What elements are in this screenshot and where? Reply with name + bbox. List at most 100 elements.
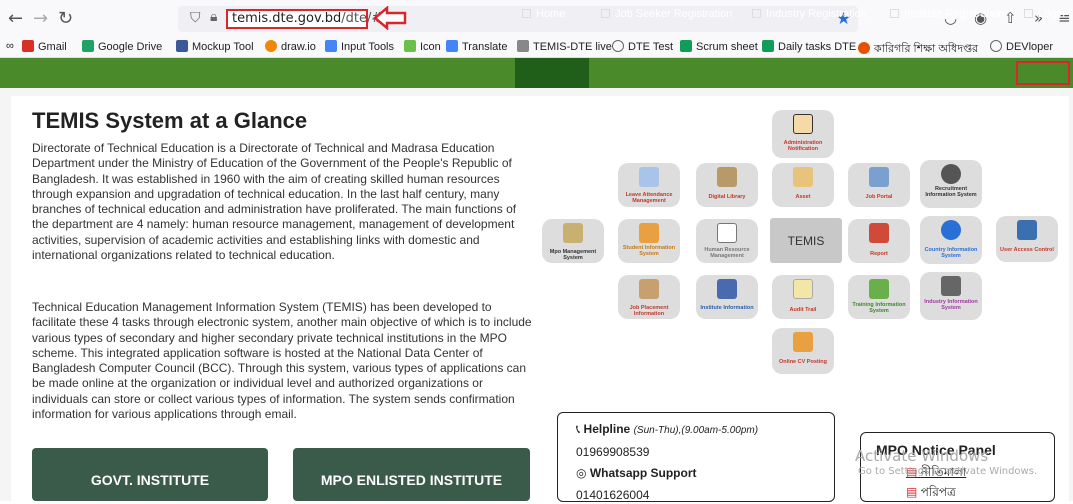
mockup-icon: [176, 40, 188, 52]
nav-home-highlight: [515, 58, 589, 88]
placement-icon: [639, 279, 659, 299]
module-training[interactable]: Training Information System: [848, 275, 910, 319]
training-icon: [869, 279, 889, 299]
shield-icon[interactable]: ⛉: [190, 10, 201, 26]
bookmark-google-drive[interactable]: Google Drive: [82, 40, 162, 53]
share-icon[interactable]: ⇧: [1004, 9, 1017, 27]
temis-icon: [517, 40, 529, 52]
module-leave[interactable]: Leave Attendance Management: [618, 163, 680, 207]
bookmark-dte-test[interactable]: DTE Test: [612, 40, 673, 53]
module-asset[interactable]: Asset: [772, 163, 834, 207]
sheets-icon: [762, 40, 774, 52]
dte-logo-icon: [858, 42, 870, 54]
bookmarks-bar: ∞ Gmail Google Drive Mockup Tool draw.io…: [0, 36, 1073, 58]
icon-site-icon: [404, 40, 416, 52]
industry-icon: [941, 276, 961, 296]
temis-paragraph: Technical Education Management Informati…: [32, 300, 532, 422]
mpo-institute-card[interactable]: MPO ENLISTED INSTITUTE: [293, 448, 530, 501]
image-icon: [1024, 9, 1033, 18]
bookmark-icon[interactable]: Icon: [404, 40, 441, 53]
notification-icon: [793, 114, 813, 134]
globe-icon: [612, 40, 624, 52]
mpo-icon: [563, 223, 583, 243]
lock-icon[interactable]: 🔒︎: [210, 9, 217, 25]
nav-home[interactable]: Home: [522, 8, 565, 20]
notice-link-circular[interactable]: ▤ পরিপত্র: [906, 484, 956, 504]
module-cv[interactable]: Online CV Posting: [772, 328, 834, 374]
bookmark-developer[interactable]: DEVloper: [990, 40, 1053, 53]
activate-windows-hint: Go to Settings to activate Windows.: [858, 466, 1038, 477]
library-icon: [717, 167, 737, 187]
whatsapp-icon: ◎: [576, 466, 587, 480]
translate-icon: [446, 40, 458, 52]
bookmark-gmail[interactable]: Gmail: [22, 40, 67, 53]
nav-login[interactable]: Login: [1024, 8, 1065, 20]
bookmark-drawio[interactable]: draw.io: [265, 40, 316, 53]
bookmark-dte-bangla[interactable]: কারিগরি শিক্ষা অধিদপ্তর: [858, 40, 978, 59]
hr-icon: [717, 223, 737, 243]
nav-institute[interactable]: Institute Registration: [890, 8, 1004, 20]
module-hrm[interactable]: Human Resource Management: [696, 219, 758, 263]
helpline-phone: 01969908539: [576, 445, 650, 459]
nav-job-seeker[interactable]: Job Seeker Registration: [601, 8, 732, 20]
job-portal-icon: [869, 167, 889, 187]
bookmark-daily-tasks[interactable]: Daily tasks DTE: [762, 40, 856, 53]
login-annotation-box: [1016, 61, 1070, 85]
globe-icon: [990, 40, 1002, 52]
recruitment-icon: [941, 164, 961, 184]
module-audit[interactable]: Audit Trail: [772, 275, 834, 319]
module-placement[interactable]: Job Placement Information: [618, 275, 680, 319]
module-recruitment[interactable]: Recruitment Information System: [920, 160, 982, 208]
forward-icon[interactable]: →: [33, 8, 48, 29]
image-icon: [890, 9, 899, 18]
bookmark-input-tools[interactable]: Input Tools: [325, 40, 394, 53]
bookmark-scrum-sheet[interactable]: Scrum sheet: [680, 40, 758, 53]
helpline-header: 📞︎ Helpline (Sun-Thu),(9.00am-5.00pm): [576, 422, 759, 436]
page-title: TEMIS System at a Glance: [32, 108, 308, 133]
module-administration[interactable]: Administration Notification: [772, 110, 834, 158]
report-icon: [869, 223, 889, 243]
gmail-icon: [22, 40, 34, 52]
bookmark-mockup-tool[interactable]: Mockup Tool: [176, 40, 254, 53]
asset-icon: [793, 167, 813, 187]
audit-icon: [793, 279, 813, 299]
sheets-icon: [680, 40, 692, 52]
cv-icon: [793, 332, 813, 352]
bookmark-translate[interactable]: Translate: [446, 40, 507, 53]
module-jobportal[interactable]: Job Portal: [848, 163, 910, 207]
reload-icon[interactable]: ↻: [58, 8, 73, 29]
module-uac[interactable]: User Access Control: [996, 216, 1058, 262]
institute-icon: [717, 279, 737, 299]
module-library[interactable]: Digital Library: [696, 163, 758, 207]
image-icon: [601, 9, 610, 18]
module-country[interactable]: Country Information System: [920, 216, 982, 264]
bookmarks-manager-icon[interactable]: ∞: [6, 40, 14, 52]
intro-paragraph: Directorate of Technical Education is a …: [32, 141, 517, 263]
url-text[interactable]: temis.dte.gov.bd/dte/#/: [232, 11, 387, 26]
google-icon: [325, 40, 337, 52]
user-access-icon: [1017, 220, 1037, 240]
activate-windows-title: Activate Windows: [855, 447, 989, 465]
phone-icon: 📞︎: [576, 422, 581, 436]
bookmark-temis-live[interactable]: TEMIS-DTE live: [517, 40, 612, 53]
annotation-arrow-icon: [373, 6, 407, 30]
module-mpo[interactable]: Mpo Management System: [542, 219, 604, 263]
whatsapp-header: ◎ Whatsapp Support: [576, 466, 697, 480]
image-icon: [522, 9, 531, 18]
google-drive-icon: [82, 40, 94, 52]
module-industry[interactable]: Industry Information System: [920, 272, 982, 320]
student-icon: [639, 223, 659, 243]
nav-industry[interactable]: Industry Registration: [752, 8, 867, 20]
country-icon: [941, 220, 961, 240]
back-icon[interactable]: ←: [8, 8, 23, 29]
drawio-icon: [265, 40, 277, 52]
calendar-icon: [639, 167, 659, 187]
module-institute[interactable]: Institute Information: [696, 275, 758, 319]
image-icon: [752, 9, 761, 18]
temis-center: TEMIS: [770, 218, 842, 263]
module-student[interactable]: Student Information System: [618, 219, 680, 263]
govt-institute-card[interactable]: GOVT. INSTITUTE: [32, 448, 268, 501]
module-report[interactable]: Report: [848, 219, 910, 263]
whatsapp-phone: 01401626004: [576, 488, 650, 502]
pdf-icon: ▤: [906, 485, 918, 499]
